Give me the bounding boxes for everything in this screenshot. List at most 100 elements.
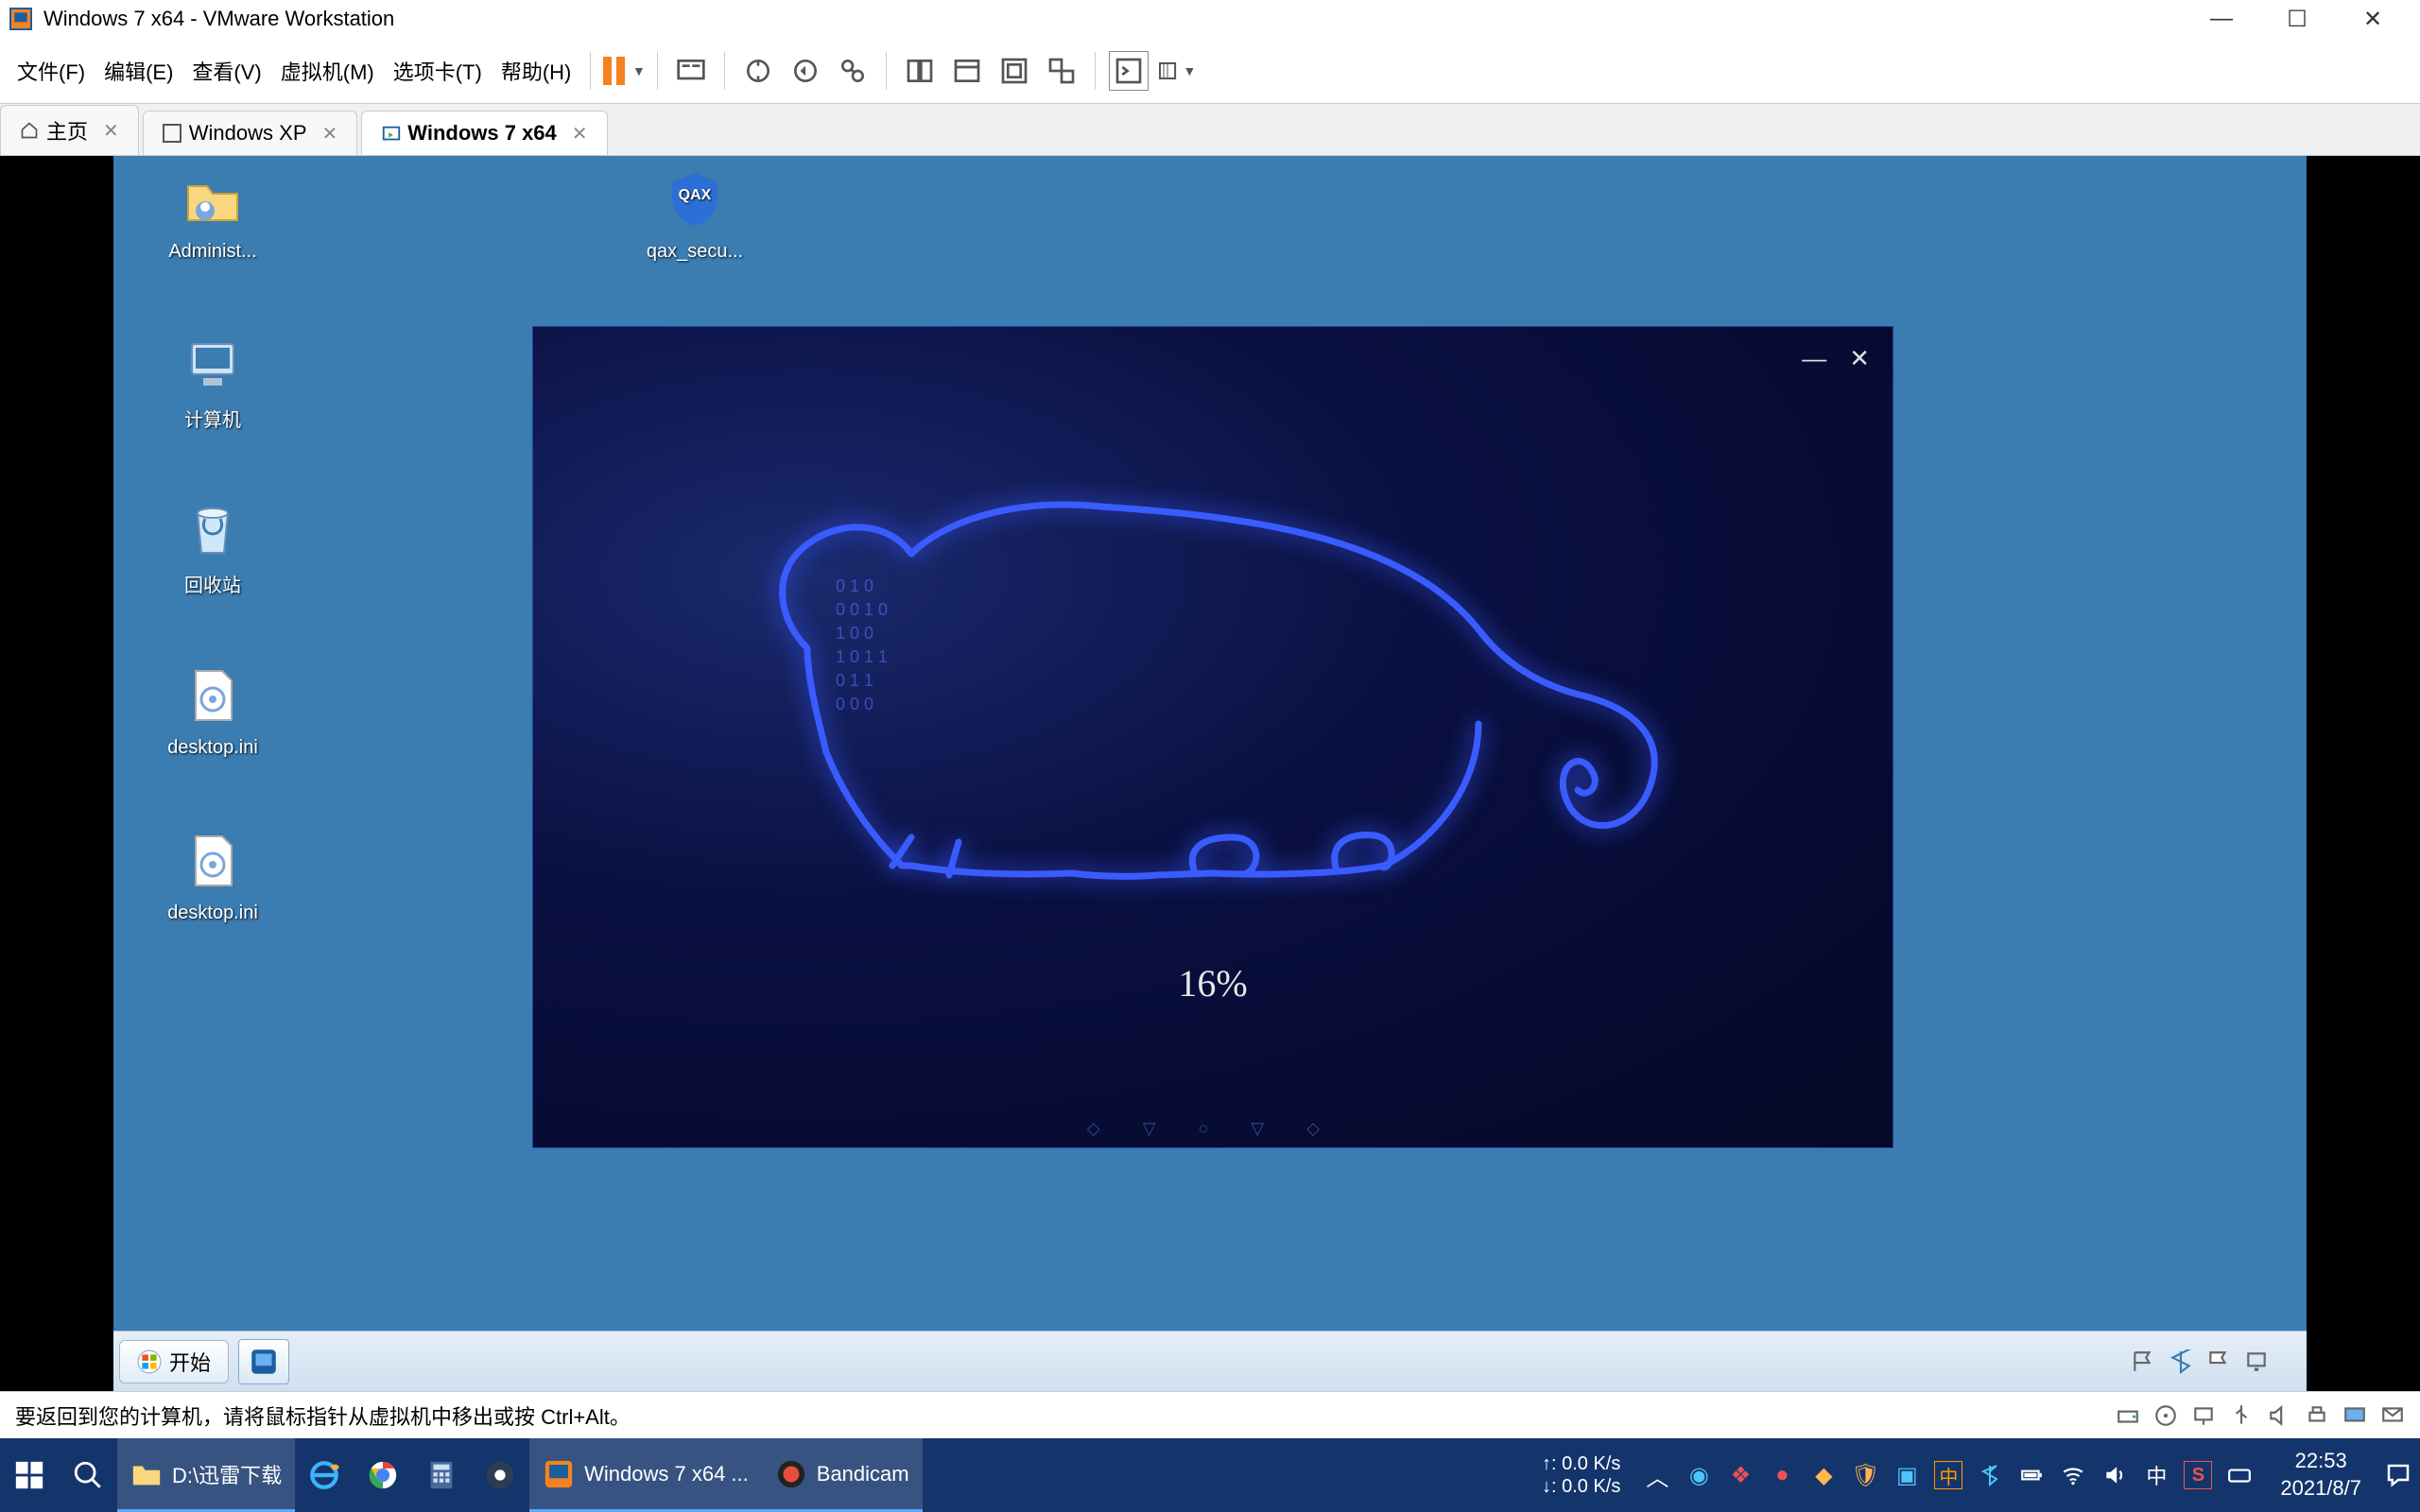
minimize-button[interactable]: — [2203,5,2240,33]
guest-tray-action-icon[interactable] [2206,1349,2231,1374]
menu-help[interactable]: 帮助(H) [495,50,578,92]
tray-ime-zh-icon[interactable]: 中 [1934,1461,1962,1489]
revert-snapshot-button[interactable] [786,51,825,91]
guest-desktop[interactable]: Administ... 计算机 回收站 desktop.ini desktop.… [113,156,2307,1391]
desktop-icon-computer[interactable]: 计算机 [132,331,293,432]
fullscreen-button[interactable] [994,51,1034,91]
window-title: Windows 7 x64 - VMware Workstation [43,7,2203,31]
status-disk-icon[interactable] [2116,1403,2140,1428]
status-network-icon[interactable] [2191,1403,2216,1428]
host-search-button[interactable] [59,1438,117,1512]
close-icon[interactable]: ✕ [322,122,338,146]
host-clock[interactable]: 22:53 2021/8/7 [2265,1448,2377,1502]
vm-display-area: Administ... 计算机 回收站 desktop.ini desktop.… [0,156,2420,1391]
desktop-icon-ini-1[interactable]: desktop.ini [132,662,293,759]
taskbar-vmware[interactable]: Windows 7 x64 ... [529,1438,762,1512]
desktop-icon-administrator[interactable]: Administ... [132,165,293,263]
vmware-icon [543,1458,575,1490]
svg-text:0 0 1 0: 0 0 1 0 [836,600,888,619]
vm-tabs: 主页 ✕ Windows XP ✕ Windows 7 x64 ✕ [0,104,2420,156]
tray-sogou-icon[interactable]: S [2184,1461,2212,1489]
unity-button[interactable] [1042,51,1081,91]
installer-close-button[interactable]: ✕ [1849,344,1870,373]
taskbar-vmware-label: Windows 7 x64 ... [584,1462,749,1486]
tray-bluetooth-icon[interactable] [1976,1461,2004,1489]
console-button[interactable] [1109,51,1149,91]
icon-label: 计算机 [184,410,241,431]
menu-tabs[interactable]: 选项卡(T) [388,50,488,92]
taskbar-chrome[interactable] [354,1438,412,1512]
guest-show-desktop[interactable] [2282,1349,2295,1374]
view-split-button[interactable] [900,51,940,91]
start-button[interactable]: 开始 [119,1340,229,1383]
status-message-icon[interactable] [2380,1403,2405,1428]
qax-installer-icon: QAX [661,165,729,233]
icon-label: qax_secu... [647,241,743,262]
calculator-icon [425,1459,458,1491]
maximize-button[interactable]: ☐ [2278,5,2316,33]
tray-app4-icon[interactable]: ◆ [1809,1461,1838,1489]
snapshot-button[interactable] [738,51,778,91]
taskbar-ie[interactable] [295,1438,354,1512]
tray-keyboard-icon[interactable] [2225,1461,2254,1489]
status-display-icon[interactable] [2342,1403,2367,1428]
tray-chevron-up-icon[interactable]: ︿ [1643,1461,1671,1489]
icon-label: desktop.ini [167,902,258,923]
guest-tray-bluetooth-icon[interactable] [2169,1349,2193,1374]
svg-text:QAX: QAX [679,187,712,203]
taskbar-bandicam[interactable]: Bandicam [762,1438,923,1512]
guest-tray-network-icon[interactable] [2244,1349,2269,1374]
status-printer-icon[interactable] [2305,1403,2329,1428]
menubar: 文件(F) 编辑(E) 查看(V) 虚拟机(M) 选项卡(T) 帮助(H) ▼ … [0,38,2420,104]
desktop-icon-recycle-bin[interactable]: 回收站 [132,496,293,597]
manage-snapshots-button[interactable] [833,51,873,91]
folder-icon [130,1458,163,1490]
tray-volume-icon[interactable] [2100,1461,2129,1489]
tray-wifi-icon[interactable] [2059,1461,2087,1489]
tray-battery-icon[interactable] [2017,1461,2046,1489]
send-cad-button[interactable] [671,51,711,91]
menu-file[interactable]: 文件(F) [11,50,91,92]
taskbar-explorer[interactable]: D:\迅雷下载 [117,1438,295,1512]
guest-tray-flag-icon[interactable] [2131,1349,2155,1374]
windows-orb-icon [137,1349,162,1374]
tray-app1-icon[interactable]: ◉ [1685,1461,1713,1489]
tray-app2-icon[interactable]: ❖ [1726,1461,1754,1489]
tab-windows-7[interactable]: Windows 7 x64 ✕ [361,111,607,155]
monitor-running-icon [381,124,400,143]
menu-edit[interactable]: 编辑(E) [98,50,179,92]
tray-app5-icon[interactable]: ▣ [1893,1461,1921,1489]
notification-center-button[interactable] [2377,1453,2420,1497]
vmware-logo-icon [9,8,32,30]
tray-ime-button[interactable]: 中 [2142,1461,2170,1489]
host-start-button[interactable] [0,1438,59,1512]
view-single-button[interactable] [947,51,987,91]
tab-xp-label: Windows XP [189,121,307,146]
menu-view[interactable]: 查看(V) [186,50,267,92]
status-usb-icon[interactable] [2229,1403,2254,1428]
tab-home[interactable]: 主页 ✕ [0,105,139,155]
installer-minimize-button[interactable]: — [1802,344,1826,373]
install-progress-percent: 16% [533,961,1893,1005]
desktop-icon-qax[interactable]: QAX qax_secu... [614,165,775,263]
vmware-tools-tray-button[interactable] [238,1339,289,1384]
library-button[interactable]: ▼ [1156,51,1196,91]
close-button[interactable]: ✕ [2354,5,2392,33]
netspeed-monitor[interactable]: ↑: 0.0 K/s ↓: 0.0 K/s [1542,1452,1632,1498]
taskbar-media[interactable] [471,1438,529,1512]
status-cd-icon[interactable] [2153,1403,2178,1428]
guest-taskbar: 开始 [113,1331,2307,1391]
tray-shield-icon[interactable]: 🛡 [1851,1461,1879,1489]
windows-logo-icon [13,1459,45,1491]
pause-vm-button[interactable]: ▼ [604,51,644,91]
desktop-icon-ini-2[interactable]: desktop.ini [132,827,293,924]
svg-text:1 0 0: 1 0 0 [836,624,873,643]
tab-windows-xp[interactable]: Windows XP ✕ [143,111,357,155]
close-icon[interactable]: ✕ [572,122,588,146]
status-sound-icon[interactable] [2267,1403,2291,1428]
tray-app3-icon[interactable]: ● [1768,1461,1796,1489]
installer-bottom-decor: ◇ ▽ ○ ▽ ◇ [533,1109,1893,1147]
menu-vm[interactable]: 虚拟机(M) [275,50,380,92]
taskbar-calculator[interactable] [412,1438,471,1512]
close-icon[interactable]: ✕ [103,119,119,143]
